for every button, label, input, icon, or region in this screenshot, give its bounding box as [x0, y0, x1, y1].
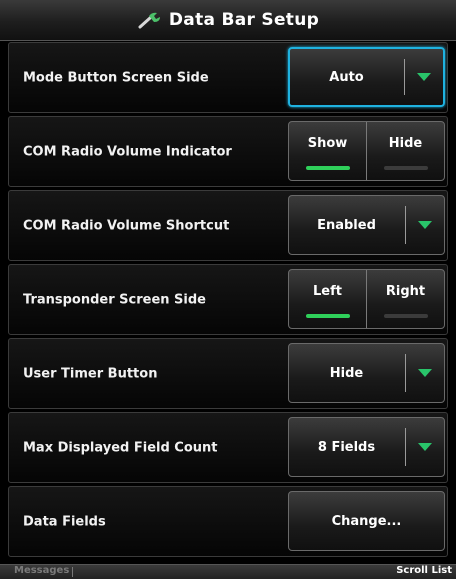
row-com-radio-volume-shortcut: COM Radio Volume Shortcut Enabled: [8, 190, 448, 261]
user-timer-button-dropdown[interactable]: Hide: [288, 343, 445, 403]
row-com-radio-volume-indicator: COM Radio Volume Indicator Show Hide: [8, 116, 448, 187]
row-user-timer-button: User Timer Button Hide: [8, 338, 448, 409]
settings-list: Mode Button Screen Side Auto COM Radio V…: [8, 42, 448, 560]
chevron-down-icon: [418, 369, 432, 377]
dropdown-value: Enabled: [317, 217, 376, 233]
change-button[interactable]: Change...: [288, 491, 445, 551]
row-max-displayed-field-count: Max Displayed Field Count 8 Fields: [8, 412, 448, 483]
row-label: User Timer Button: [23, 366, 158, 381]
transponder-screen-side-toggle: Left Right: [288, 269, 445, 329]
dropdown-value: Hide: [329, 365, 364, 381]
bottom-bar: Messages Scroll List: [0, 564, 456, 579]
mode-button-screen-side-dropdown[interactable]: Auto: [288, 47, 445, 107]
chevron-down-icon: [418, 443, 432, 451]
dropdown-value: 8 Fields: [317, 439, 376, 455]
row-label: Transponder Screen Side: [23, 292, 207, 307]
dropdown-divider: [405, 206, 406, 244]
selected-indicator: [305, 166, 350, 170]
com-radio-volume-shortcut-dropdown[interactable]: Enabled: [288, 195, 445, 255]
max-displayed-field-count-dropdown[interactable]: 8 Fields: [288, 417, 445, 477]
row-label: Max Displayed Field Count: [23, 440, 218, 455]
unselected-indicator: [383, 166, 428, 170]
unselected-indicator: [383, 314, 428, 318]
right-button[interactable]: Right: [366, 270, 444, 328]
title-bar: Data Bar Setup: [0, 0, 456, 41]
button-label: Change...: [331, 513, 402, 529]
option-label: Left: [313, 284, 342, 299]
chevron-down-icon: [417, 73, 431, 81]
option-label: Hide: [388, 136, 423, 151]
page-title: Data Bar Setup: [168, 10, 320, 30]
left-button[interactable]: Left: [289, 270, 366, 328]
dropdown-divider: [405, 428, 406, 466]
dropdown-divider: [404, 59, 405, 95]
messages-softkey[interactable]: Messages: [14, 565, 69, 576]
selected-indicator: [305, 314, 350, 318]
hide-button[interactable]: Hide: [366, 122, 444, 180]
dropdown-value: Auto: [329, 69, 364, 85]
row-label: Data Fields: [23, 514, 106, 529]
show-button[interactable]: Show: [289, 122, 366, 180]
softkey-divider: [72, 567, 73, 577]
row-transponder-screen-side: Transponder Screen Side Left Right: [8, 264, 448, 335]
com-radio-volume-indicator-toggle: Show Hide: [288, 121, 445, 181]
row-mode-button-screen-side: Mode Button Screen Side Auto: [8, 42, 448, 113]
row-label: COM Radio Volume Shortcut: [23, 218, 230, 233]
dropdown-divider: [405, 354, 406, 392]
row-label: COM Radio Volume Indicator: [23, 144, 232, 159]
option-label: Show: [307, 136, 348, 151]
wrench-icon: [138, 12, 160, 29]
option-label: Right: [385, 284, 426, 299]
row-label: Mode Button Screen Side: [23, 70, 209, 85]
scroll-list-hint: Scroll List: [396, 565, 452, 576]
row-data-fields: Data Fields Change...: [8, 486, 448, 557]
chevron-down-icon: [418, 221, 432, 229]
